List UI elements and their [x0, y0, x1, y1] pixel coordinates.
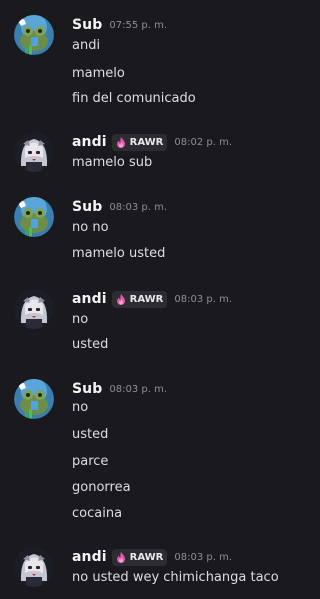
message-line: gonorrea [72, 480, 131, 495]
avatar[interactable] [14, 15, 54, 55]
message-line: mamelo [72, 66, 125, 81]
message-line: usted [72, 427, 109, 442]
anime-girl-avatar-icon [14, 547, 54, 587]
username[interactable]: andi [72, 291, 107, 307]
username[interactable]: andi [72, 134, 107, 150]
message-header: andi RAWR 08:03 p. m. [72, 546, 232, 568]
message-header: Sub 08:03 p. m. [72, 378, 167, 400]
frog-avatar-icon [14, 197, 54, 237]
timestamp: 08:03 p. m. [174, 293, 232, 305]
message-line: mamelo sub [72, 155, 153, 170]
server-tag[interactable]: RAWR [111, 548, 168, 566]
message-line: cocaina [72, 506, 123, 521]
username[interactable]: Sub [72, 381, 102, 397]
message-header: andi RAWR 08:02 p. m. [72, 131, 232, 153]
flame-icon [116, 294, 125, 305]
username[interactable]: Sub [72, 199, 102, 215]
message-header: Sub 07:55 p. m. [72, 14, 167, 36]
message-line: mamelo usted [72, 246, 166, 261]
message-line: no usted wey chimichanga taco [72, 570, 279, 585]
message-line: no no [72, 220, 109, 235]
message-line: usted [72, 337, 109, 352]
username[interactable]: Sub [72, 17, 102, 33]
avatar[interactable] [14, 289, 54, 329]
frog-avatar-icon [14, 15, 54, 55]
message-line: andi [72, 38, 101, 53]
server-tag-label: RAWR [129, 293, 164, 305]
server-tag[interactable]: RAWR [111, 290, 168, 308]
flame-icon [116, 137, 125, 148]
timestamp: 08:03 p. m. [109, 201, 167, 213]
avatar[interactable] [14, 379, 54, 419]
message-header: Sub 08:03 p. m. [72, 196, 167, 218]
server-tag[interactable]: RAWR [111, 133, 168, 151]
chat-log: Sub 07:55 p. m. andi mamelo fin del comu… [0, 0, 297, 599]
timestamp: 08:03 p. m. [174, 551, 232, 563]
frog-avatar-icon [14, 379, 54, 419]
message-line: no [72, 312, 89, 327]
avatar[interactable] [14, 132, 54, 172]
avatar[interactable] [14, 547, 54, 587]
server-tag-label: RAWR [129, 136, 164, 148]
flame-icon [116, 552, 125, 563]
message-line: fin del comunicado [72, 91, 196, 106]
anime-girl-avatar-icon [14, 289, 54, 329]
anime-girl-avatar-icon [14, 132, 54, 172]
timestamp: 08:02 p. m. [174, 136, 232, 148]
message-header: andi RAWR 08:03 p. m. [72, 288, 232, 310]
server-tag-label: RAWR [129, 551, 164, 563]
message-line: parce [72, 454, 109, 469]
timestamp: 08:03 p. m. [109, 383, 167, 395]
username[interactable]: andi [72, 549, 107, 565]
message-line: no [72, 400, 89, 415]
timestamp: 07:55 p. m. [109, 19, 167, 31]
avatar[interactable] [14, 197, 54, 237]
